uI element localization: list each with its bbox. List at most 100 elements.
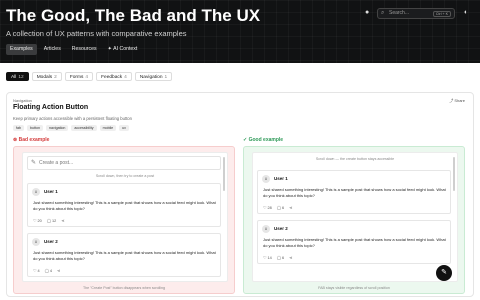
- nav-examples[interactable]: Examples: [6, 44, 37, 55]
- comment-icon: ◯: [276, 256, 281, 260]
- nav-articles[interactable]: Articles: [40, 44, 65, 55]
- scrollbar[interactable]: [453, 157, 455, 191]
- filter-modals[interactable]: Modals 2: [31, 72, 62, 81]
- filter-navigation[interactable]: Navigation 1: [134, 72, 173, 81]
- comment-count: 6: [282, 206, 285, 210]
- comment-button[interactable]: ◯ 6: [277, 205, 284, 210]
- tag: button: [27, 125, 43, 131]
- post-card: U User 1 Just shared something interesti…: [257, 170, 451, 214]
- good-example-label: ✓ Good example: [243, 137, 283, 143]
- card-description: Keep primary actions accessible with a p…: [13, 116, 132, 121]
- search-shortcut: Ctrl + K: [432, 11, 451, 17]
- search-placeholder: Search...: [389, 10, 410, 16]
- tag: navigation: [46, 125, 69, 131]
- search-box[interactable]: ⌕ Search... Ctrl + K: [377, 8, 455, 19]
- filter-count: 12: [18, 75, 24, 80]
- avatar: U: [262, 225, 270, 233]
- share-label: Share: [454, 98, 465, 103]
- good-caption: FAB stays visible regardless of scroll p…: [318, 286, 390, 290]
- tag-list: fab button navigation accessibility mobi…: [13, 125, 129, 131]
- comment-button[interactable]: ◯ 4: [45, 268, 52, 273]
- comment-icon: ◯: [44, 269, 49, 273]
- like-count: 28: [267, 206, 272, 210]
- post-username: User 1: [274, 176, 288, 181]
- share-icon[interactable]: ⋖: [289, 205, 292, 210]
- share-icon[interactable]: ⋖: [289, 255, 292, 260]
- filter-label: Feedback: [101, 75, 123, 80]
- search-icon: ⌕: [381, 10, 385, 16]
- comment-button[interactable]: ◯ 6: [277, 255, 284, 260]
- comment-button[interactable]: ◯ 12: [47, 218, 57, 223]
- page-title: The Good, The Bad and The UX: [6, 6, 261, 25]
- tag: accessibility: [71, 125, 97, 131]
- scrollbar[interactable]: [223, 157, 225, 191]
- page-subtitle: A collection of UX patterns with compara…: [6, 29, 187, 38]
- create-post-placeholder: Create a post...: [39, 160, 74, 166]
- heart-icon: ♡: [33, 219, 37, 223]
- bad-example-panel: ✎ Create a post... Scroll down, then try …: [13, 146, 235, 294]
- tag: ux: [119, 125, 129, 131]
- post-card: U User 2 Just shared something interesti…: [27, 233, 221, 277]
- post-actions: ♡ 20 ◯ 12 ⋖: [33, 218, 64, 223]
- share-icon[interactable]: ⋖: [57, 268, 60, 273]
- post-text: Just shared something interesting! This …: [33, 200, 216, 211]
- post-text: Just shared something interesting! This …: [263, 187, 446, 198]
- x-circle-icon: ⊗: [13, 137, 18, 143]
- like-count: 20: [37, 219, 42, 223]
- nav-ai-context-label: AI Context: [113, 46, 138, 52]
- sparkle-icon: ✦: [107, 46, 112, 52]
- nav-resources[interactable]: Resources: [68, 44, 101, 55]
- bad-example-label: ⊗ Bad example: [13, 137, 49, 143]
- avatar: U: [262, 175, 270, 183]
- filter-count: 2: [54, 75, 57, 80]
- avatar: U: [32, 238, 40, 246]
- post-actions: ♡ 14 ◯ 6 ⋖: [263, 255, 292, 260]
- site-header: The Good, The Bad and The UX A collectio…: [0, 0, 480, 63]
- like-count: 14: [267, 256, 272, 260]
- filter-forms[interactable]: Forms 4: [64, 72, 94, 81]
- good-feed[interactable]: Scroll down — the create button stays ac…: [252, 152, 458, 282]
- post-text: Just shared something interesting! This …: [263, 237, 446, 248]
- scroll-hint: Scroll down, then try to create a post: [95, 174, 155, 178]
- nav-ai-context[interactable]: ✦ AI Context: [104, 44, 142, 55]
- post-username: User 2: [274, 226, 288, 231]
- post-card: U User 2 Just shared something interesti…: [257, 220, 451, 264]
- filter-feedback[interactable]: Feedback 4: [96, 72, 132, 81]
- good-label-text: Good example: [248, 137, 284, 143]
- heart-icon: ♡: [263, 206, 267, 210]
- theme-toggle-icon[interactable]: ◐: [464, 9, 468, 16]
- card-title: Floating Action Button: [13, 104, 89, 111]
- filter-label: Modals: [36, 75, 53, 80]
- bad-feed[interactable]: ✎ Create a post... Scroll down, then try …: [22, 152, 228, 282]
- heart-icon: ♡: [33, 269, 37, 273]
- comment-count: 4: [49, 269, 53, 273]
- good-example-panel: Scroll down — the create button stays ac…: [243, 146, 465, 294]
- like-button[interactable]: ♡ 20: [33, 218, 42, 223]
- like-button[interactable]: ♡ 14: [263, 255, 272, 260]
- filter-count: 4: [124, 75, 127, 80]
- edit-icon: ✎: [31, 160, 37, 166]
- comment-count: 6: [282, 256, 285, 260]
- floating-action-button[interactable]: ✎: [436, 265, 452, 281]
- card-category: Navigation: [13, 98, 32, 103]
- filter-label: Navigation: [139, 75, 163, 80]
- like-count: 4: [37, 269, 40, 273]
- share-button[interactable]: ⤴ Share: [449, 98, 465, 104]
- avatar: U: [32, 188, 40, 196]
- main-nav: Examples Articles Resources ✦ AI Context: [6, 44, 141, 55]
- filter-all[interactable]: All 12: [6, 72, 29, 81]
- comment-icon: ◯: [46, 219, 51, 223]
- filter-label: All: [11, 75, 17, 80]
- github-icon[interactable]: ●: [365, 9, 369, 16]
- category-filters: All 12 Modals 2 Forms 4 Feedback 4 Navigatio…: [6, 72, 173, 81]
- like-button[interactable]: ♡ 28: [263, 205, 272, 210]
- share-icon: ⤴: [449, 98, 454, 103]
- check-circle-icon: ✓: [243, 137, 248, 143]
- post-text: Just shared something interesting! This …: [33, 250, 216, 261]
- filter-count: 4: [85, 75, 89, 80]
- share-icon[interactable]: ⋖: [61, 218, 64, 223]
- like-button[interactable]: ♡ 4: [33, 268, 40, 273]
- scroll-hint: Scroll down — the create button stays ac…: [315, 157, 395, 161]
- create-post-input[interactable]: ✎ Create a post...: [27, 156, 221, 170]
- edit-icon: ✎: [441, 269, 447, 276]
